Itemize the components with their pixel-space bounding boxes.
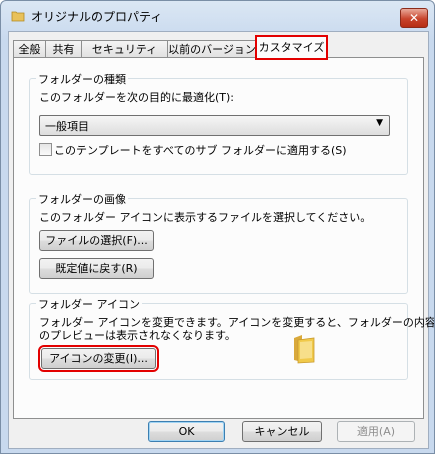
tab-previous-versions[interactable]: 以前のバージョン bbox=[167, 40, 257, 58]
window-title: オリジナルのプロパティ bbox=[31, 10, 163, 24]
folder-picture-description: このフォルダー アイコンに表示するファイルを選択してください。 bbox=[39, 211, 372, 224]
tab-general[interactable]: 全般 bbox=[13, 40, 46, 58]
folder-picture-group: フォルダーの画像 このフォルダー アイコンに表示するファイルを選択してください。… bbox=[29, 191, 408, 294]
apply-subfolders-checkbox[interactable] bbox=[39, 143, 52, 156]
folder-preview-icon bbox=[294, 335, 315, 364]
tab-security[interactable]: セキュリティ bbox=[81, 40, 168, 58]
change-icon-button[interactable]: アイコンの変更(I)... bbox=[38, 345, 159, 372]
optimize-label: このフォルダーを次の目的に最適化(T): bbox=[39, 91, 235, 104]
choose-file-button[interactable]: ファイルの選択(F)... bbox=[39, 230, 154, 251]
folder-type-group: フォルダーの種類 このフォルダーを次の目的に最適化(T): 一般項目 ▼ このテ… bbox=[29, 71, 408, 175]
optimize-dropdown[interactable]: 一般項目 ▼ bbox=[39, 115, 390, 136]
folder-type-title: フォルダーの種類 bbox=[36, 71, 128, 87]
restore-default-button[interactable]: 既定値に戻す(R) bbox=[39, 258, 154, 279]
folder-icon-description-line2: のプレビューは表示されなくなります。 bbox=[39, 329, 236, 342]
folder-icon-title: フォルダー アイコン bbox=[36, 296, 142, 312]
tab-customize[interactable]: カスタマイズ bbox=[255, 35, 328, 60]
tab-sharing[interactable]: 共有 bbox=[45, 40, 82, 58]
properties-window: オリジナルのプロパティ ✕ 全般 共有 セキュリティ 以前のバージョン カスタマ… bbox=[0, 0, 435, 454]
apply-subfolders-label[interactable]: このテンプレートをすべてのサブ フォルダーに適用する(S) bbox=[54, 142, 347, 158]
chevron-down-icon: ▼ bbox=[376, 118, 383, 128]
folder-picture-title: フォルダーの画像 bbox=[36, 191, 128, 207]
title-bar[interactable]: オリジナルのプロパティ ✕ bbox=[1, 1, 434, 31]
optimize-selected-value: 一般項目 bbox=[45, 120, 89, 133]
dialog-client-area: 全般 共有 セキュリティ 以前のバージョン カスタマイズ フォルダーの種類 この… bbox=[8, 31, 434, 449]
folder-icon-group: フォルダー アイコン フォルダー アイコンを変更できます。アイコンを変更すると、… bbox=[29, 296, 434, 380]
close-button[interactable]: ✕ bbox=[400, 8, 428, 28]
apply-button[interactable]: 適用(A) bbox=[337, 421, 415, 442]
customize-panel: フォルダーの種類 このフォルダーを次の目的に最適化(T): 一般項目 ▼ このテ… bbox=[13, 57, 434, 419]
cancel-button[interactable]: キャンセル bbox=[242, 421, 322, 442]
folder-icon bbox=[11, 11, 25, 22]
ok-button[interactable]: OK bbox=[148, 421, 225, 442]
